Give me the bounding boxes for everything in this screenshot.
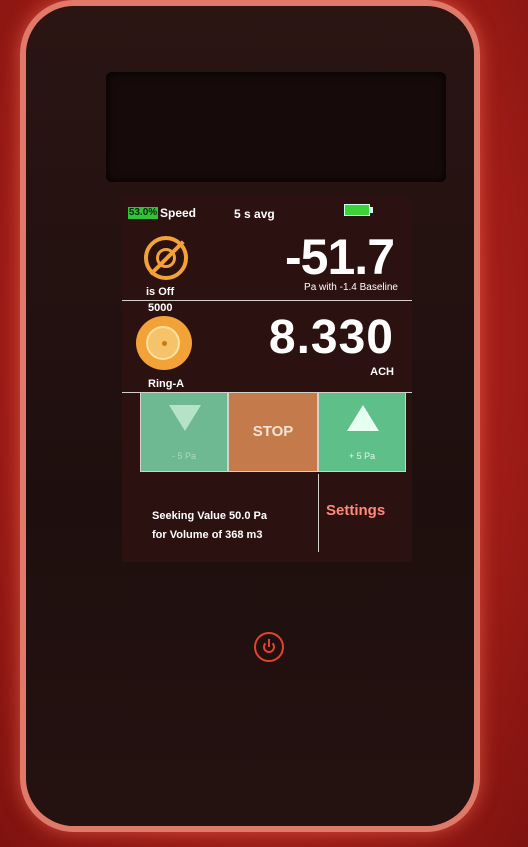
screen: 53.0% Speed 5 s avg is Off -51.7 Pa with… [122, 196, 412, 562]
settings-button[interactable]: Settings [326, 502, 385, 519]
fan-center [162, 341, 167, 346]
decrease-pressure-button[interactable]: - 5 Pa [140, 392, 228, 472]
speed-percent: 53.0% [128, 207, 158, 219]
increase-label: + 5 Pa [348, 451, 376, 461]
speed-indicator: 53.0% Speed [128, 206, 196, 220]
ring-status: is Off [146, 286, 175, 298]
volume-value: for Volume of 368 m3 [152, 529, 263, 541]
status-bar: 53.0% Speed 5 s avg [122, 196, 412, 228]
average-label: 5 s avg [234, 207, 275, 221]
pressure-row: is Off -51.7 Pa with -1.4 Baseline [122, 228, 412, 301]
stop-label: STOP [252, 423, 294, 440]
bottom-panel: Seeking Value 50.0 Pa for Volume of 368 … [122, 474, 412, 562]
range-label: 5000 [148, 302, 173, 314]
divider [318, 474, 319, 552]
arrow-up-icon [347, 405, 379, 431]
seeking-value: Seeking Value 50.0 Pa [152, 510, 267, 522]
pressure-baseline: Pa with -1.4 Baseline [304, 282, 398, 293]
pressure-value: -51.7 [285, 229, 395, 285]
stop-button[interactable]: STOP [228, 392, 318, 472]
increase-pressure-button[interactable]: + 5 Pa [318, 392, 406, 472]
device-slot [106, 72, 446, 182]
battery-icon [344, 204, 373, 216]
control-buttons: - 5 Pa STOP + 5 Pa [122, 392, 412, 474]
fan-icon[interactable] [136, 316, 192, 370]
flow-unit: ACH [370, 366, 394, 378]
arrow-down-icon [169, 405, 201, 431]
speed-label: Speed [160, 206, 197, 220]
decrease-label: - 5 Pa [171, 451, 196, 461]
ring-label: Ring-A [148, 378, 185, 390]
power-icon[interactable] [254, 632, 284, 662]
ring-off-icon[interactable] [144, 236, 188, 280]
flow-row: 5000 Ring-A 8.330 ACH [122, 300, 412, 393]
ring-slash [149, 240, 185, 276]
flow-value: 8.330 [268, 311, 394, 364]
